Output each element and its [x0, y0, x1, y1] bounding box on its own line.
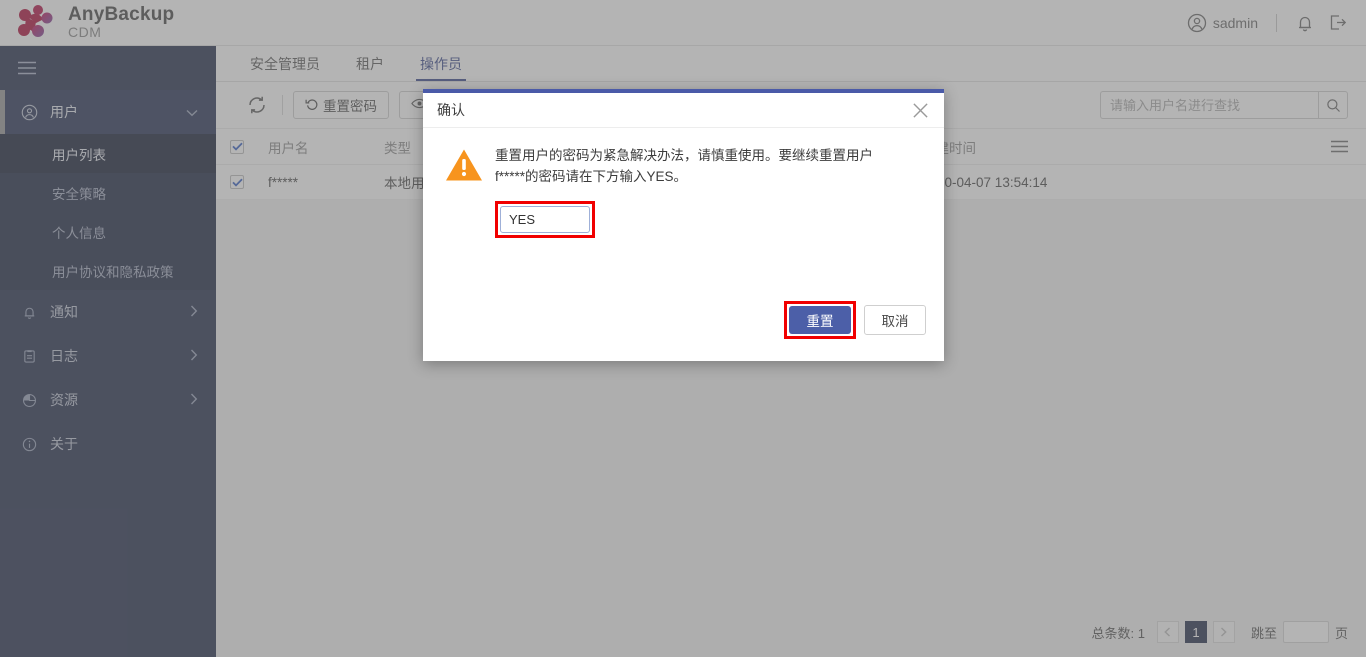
confirm-dialog: 确认 重置用户的密码为紧急解决办法，请慎重使用。要继续重置用户 f*****的密… — [423, 89, 944, 361]
confirm-text-input[interactable] — [500, 205, 590, 233]
dialog-message: 重置用户的密码为紧急解决办法，请慎重使用。要继续重置用户 f*****的密码请在… — [495, 148, 873, 184]
dialog-header: 确认 — [423, 93, 944, 128]
cancel-button[interactable]: 取消 — [864, 305, 926, 335]
confirm-input-highlight — [495, 200, 595, 238]
dialog-title: 确认 — [437, 102, 465, 118]
close-icon[interactable] — [908, 98, 932, 122]
dialog-text-block: 重置用户的密码为紧急解决办法，请慎重使用。要继续重置用户 f*****的密码请在… — [489, 146, 895, 238]
dialog-footer: 重置 取消 — [784, 301, 926, 339]
warning-triangle-icon — [445, 146, 489, 238]
app-root: AnyBackup CDM sadmin — [0, 0, 1366, 657]
dialog-body: 重置用户的密码为紧急解决办法，请慎重使用。要继续重置用户 f*****的密码请在… — [423, 128, 944, 238]
reset-confirm-button[interactable]: 重置 — [789, 306, 851, 334]
confirm-button-highlight: 重置 — [784, 301, 856, 339]
